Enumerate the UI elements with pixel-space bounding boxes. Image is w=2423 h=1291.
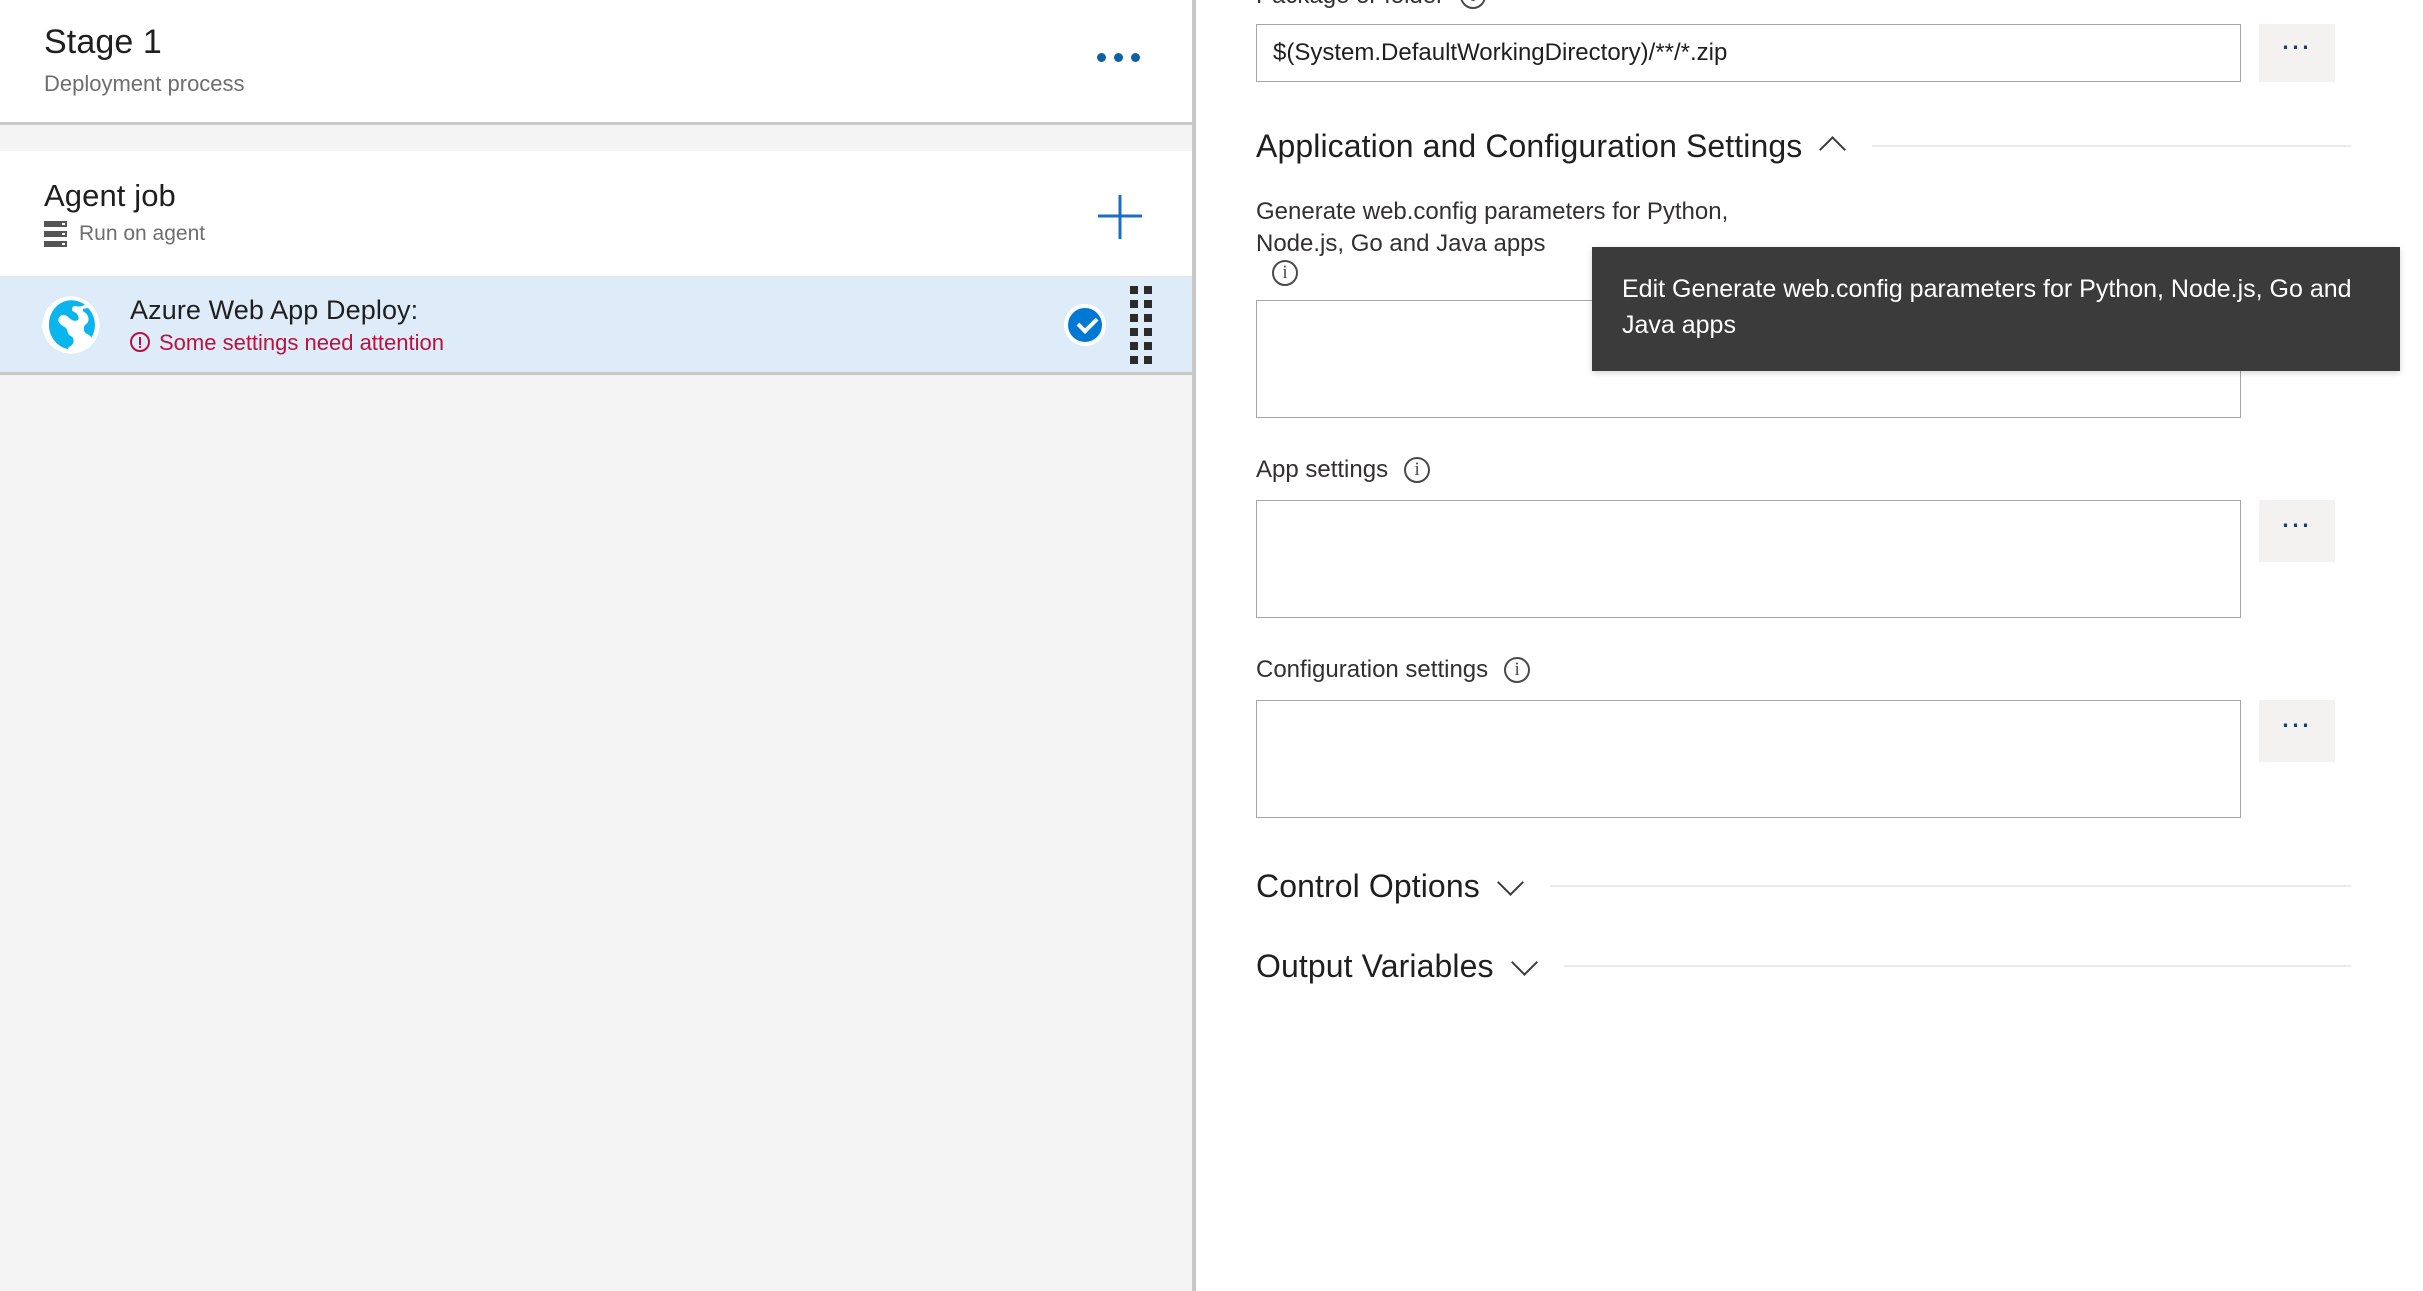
section-title: Control Options [1256, 868, 1480, 904]
server-agent-icon [44, 221, 67, 247]
section-rule [1563, 965, 2351, 967]
stage-more-menu-button[interactable] [1086, 37, 1150, 77]
info-icon[interactable] [1504, 657, 1531, 683]
task-name: Azure Web App Deploy: [130, 294, 419, 325]
stage-subtitle: Deployment process [44, 71, 245, 96]
agent-job-row[interactable]: Agent job Run on agent [0, 151, 1192, 276]
azure-web-app-globe-icon [40, 294, 102, 356]
app-settings-edit-button[interactable]: ⋯ [2259, 500, 2335, 562]
stage-title: Stage 1 [44, 23, 162, 61]
app-settings-input-row: ⋯ [1256, 500, 2423, 618]
task-drag-handle[interactable] [1130, 285, 1152, 364]
field-package-or-folder: Package or folder ⋯ [1256, 0, 2423, 82]
section-title: Output Variables [1256, 948, 1494, 984]
package-or-folder-browse-button[interactable]: ⋯ [2259, 24, 2335, 82]
task-row-azure-web-app-deploy[interactable]: Azure Web App Deploy: Some settings need… [0, 277, 1192, 375]
drag-dot [1130, 341, 1138, 350]
drag-dot [1144, 299, 1152, 308]
deployment-process-pane: Stage 1 Deployment process Agent job Run… [0, 0, 1192, 1291]
configuration-settings-input-row: ⋯ [1256, 700, 2423, 818]
add-task-button[interactable] [1090, 189, 1150, 243]
drag-dot [1144, 285, 1152, 294]
section-application-and-configuration-settings[interactable]: Application and Configuration Settings [1256, 126, 2351, 166]
agent-job-title: Agent job [44, 178, 176, 213]
task-warning-label: Some settings need attention [159, 329, 444, 355]
drag-dot [1144, 341, 1152, 350]
ellipsis-dot-icon [1096, 52, 1106, 62]
info-icon[interactable] [1272, 260, 1298, 286]
configuration-settings-edit-button[interactable]: ⋯ [2259, 700, 2335, 762]
ellipsis-dot-icon [1130, 52, 1140, 62]
info-icon[interactable] [1460, 0, 1487, 9]
stage-header: Stage 1 Deployment process [0, 0, 1192, 125]
section-rule [1549, 885, 2351, 887]
pipeline-task-editor: Stage 1 Deployment process Agent job Run… [0, 0, 2423, 1291]
process-tree: Agent job Run on agent Azure Web App Dep… [0, 125, 1192, 375]
app-settings-label-row: App settings [1256, 454, 2316, 486]
task-text-block: Azure Web App Deploy: Some settings need… [130, 294, 1064, 356]
chevron-down-icon [1498, 878, 1524, 894]
section-control-options[interactable]: Control Options [1256, 866, 2351, 906]
configuration-settings-label: Configuration settings [1256, 656, 1489, 683]
section-rule [1872, 145, 2351, 147]
configuration-settings-textarea[interactable] [1256, 700, 2241, 818]
task-warning-row: Some settings need attention [130, 329, 1064, 356]
drag-dot [1130, 355, 1138, 364]
task-settings-pane: Package or folder ⋯ Application and Conf… [1196, 0, 2423, 1291]
drag-dot [1130, 285, 1138, 294]
agent-job-subtitle: Run on agent [79, 222, 206, 245]
warning-exclamation-icon [130, 332, 150, 352]
chevron-down-icon [1512, 958, 1538, 974]
task-enabled-check-icon[interactable] [1064, 303, 1106, 346]
field-app-settings: App settings ⋯ [1256, 454, 2423, 618]
drag-dot [1144, 313, 1152, 322]
package-or-folder-label: Package or folder [1256, 0, 1444, 12]
ellipsis-dot-icon [1113, 52, 1123, 62]
agent-job-subtitle-row: Run on agent [44, 221, 1192, 247]
drag-dot [1144, 327, 1152, 336]
package-or-folder-input-row: ⋯ [1256, 24, 2423, 82]
configuration-settings-label-row: Configuration settings [1256, 654, 2316, 686]
chevron-up-icon [1820, 138, 1846, 154]
package-or-folder-label-row: Package or folder [1256, 0, 2316, 12]
drag-dot [1144, 355, 1152, 364]
drag-dot [1130, 299, 1138, 308]
section-output-variables[interactable]: Output Variables [1256, 946, 2351, 986]
app-settings-textarea[interactable] [1256, 500, 2241, 618]
app-settings-label: App settings [1256, 456, 1389, 483]
drag-dot [1130, 313, 1138, 322]
tooltip: Edit Generate web.config parameters for … [1592, 247, 2400, 371]
package-or-folder-input[interactable] [1256, 24, 2241, 82]
info-icon[interactable] [1404, 457, 1431, 483]
agent-job-card: Agent job Run on agent [0, 151, 1192, 277]
field-configuration-settings: Configuration settings ⋯ [1256, 654, 2423, 818]
section-title: Application and Configuration Settings [1256, 128, 1803, 164]
drag-dot [1130, 327, 1138, 336]
